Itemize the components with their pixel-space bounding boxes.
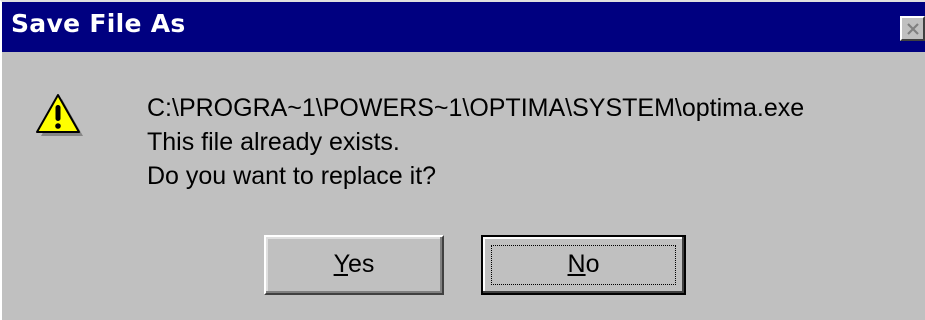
warning-icon <box>36 94 83 136</box>
save-file-as-dialog: Save File As C:\PROGRA~1\POWERS~1\OPTIMA… <box>0 0 925 320</box>
yes-accelerator: Y <box>333 250 348 278</box>
file-path: C:\PROGRA~1\POWERS~1\OPTIMA\SYSTEM\optim… <box>147 94 805 122</box>
close-icon <box>907 23 919 35</box>
yes-button[interactable]: Yes <box>264 235 444 295</box>
exists-text: This file already exists. <box>147 128 400 156</box>
no-button[interactable]: No <box>481 235 686 295</box>
close-button[interactable] <box>900 16 925 41</box>
no-button-label: No <box>568 250 600 278</box>
yes-button-label: Yes <box>334 250 375 278</box>
replace-question: Do you want to replace it? <box>147 162 437 190</box>
no-label-rest: o <box>585 250 600 278</box>
message-text: C:\PROGRA~1\POWERS~1\OPTIMA\SYSTEM\optim… <box>147 91 804 193</box>
yes-label-rest: es <box>347 250 375 278</box>
title-bar[interactable]: Save File As <box>2 2 925 52</box>
window-title: Save File As <box>11 9 186 38</box>
no-accelerator: N <box>567 250 586 278</box>
